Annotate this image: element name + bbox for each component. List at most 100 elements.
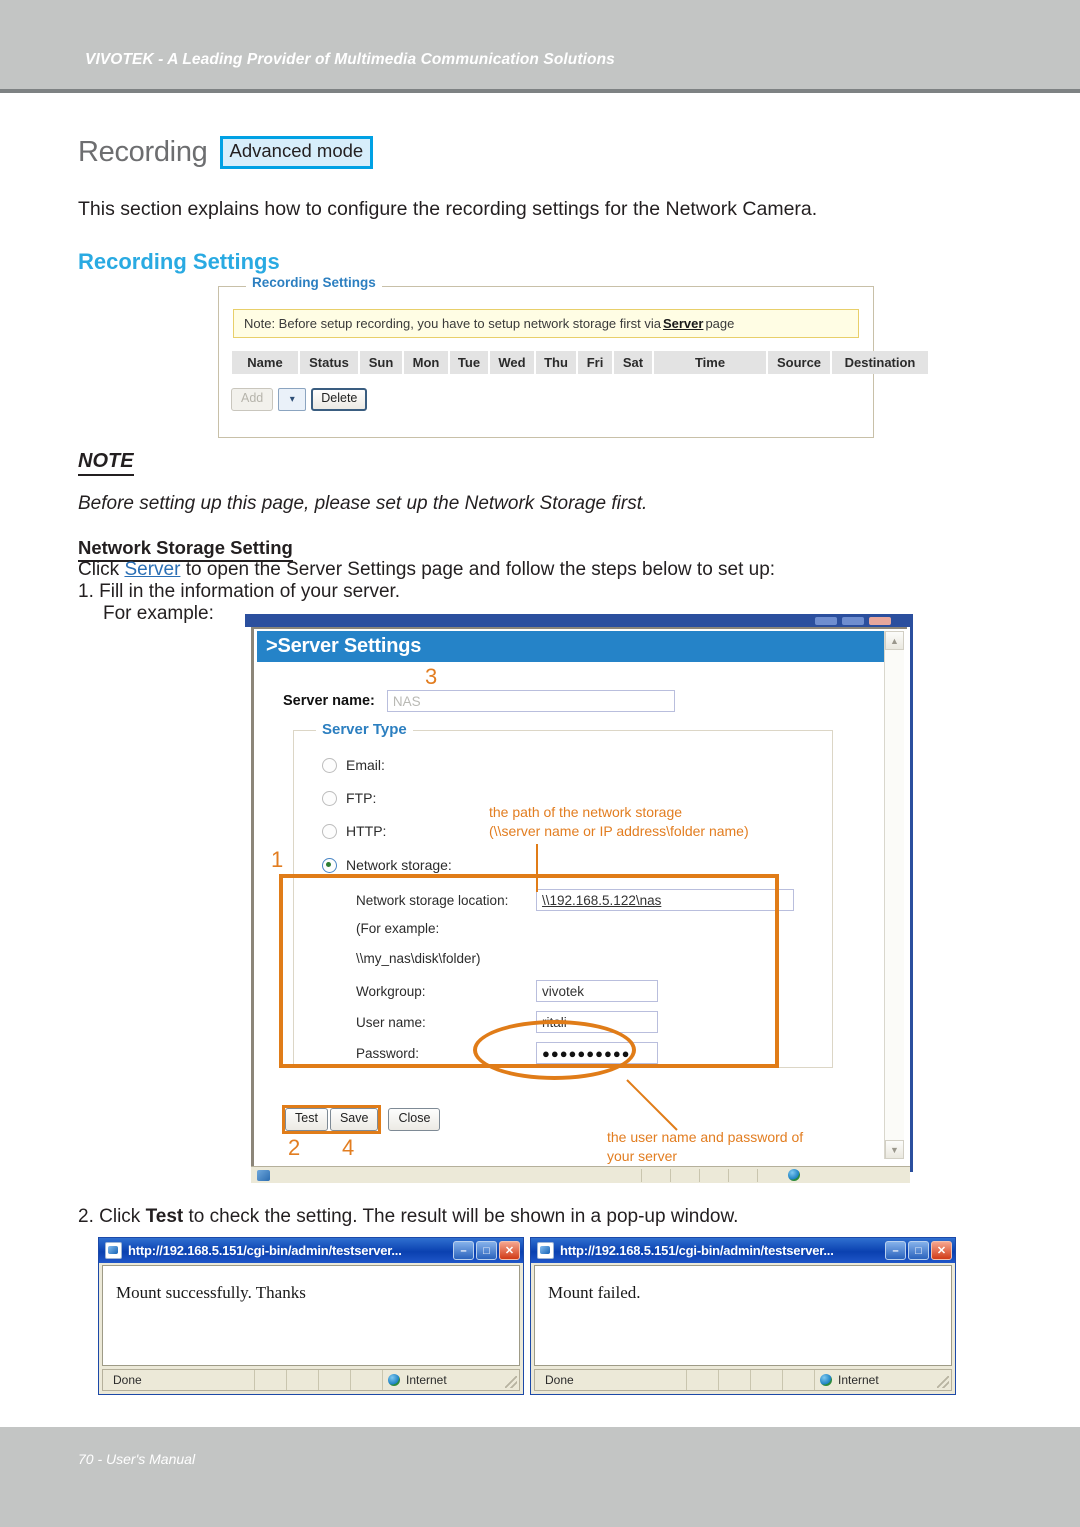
callout-credentials-line-1: the user name and password of xyxy=(607,1129,804,1145)
minimize-icon[interactable]: – xyxy=(885,1241,906,1260)
close-icon[interactable]: ✕ xyxy=(499,1241,520,1260)
network-storage-for-example: For example: xyxy=(103,603,214,624)
recording-select-dropdown[interactable]: ▾ xyxy=(278,388,307,411)
callout-path-line-1: the path of the network storage xyxy=(489,804,683,820)
page-title-row: Recording Advanced mode xyxy=(78,136,374,169)
intro-paragraph: This section explains how to configure t… xyxy=(78,198,818,220)
marker-4: 4 xyxy=(342,1135,355,1160)
note-body: Before setting up this page, please set … xyxy=(78,493,648,514)
radio-network-storage-label: Network storage: xyxy=(346,857,452,873)
advanced-mode-badge: Advanced mode xyxy=(219,136,374,169)
password-input[interactable]: ●●●●●●●●●● xyxy=(536,1042,658,1064)
workgroup-input[interactable]: vivotek xyxy=(536,980,658,1002)
popup-statusbar-success: Done Internet xyxy=(102,1369,520,1391)
step-2-prefix: 2. Click xyxy=(78,1206,141,1227)
radio-email-icon[interactable] xyxy=(322,757,337,773)
radio-ftp-icon[interactable] xyxy=(322,790,337,806)
recording-column-header: Fri xyxy=(578,351,612,374)
note-label: NOTE xyxy=(78,450,134,476)
add-button[interactable]: Add xyxy=(231,388,274,411)
recording-table-controls: Add ▾ Delete xyxy=(231,388,368,411)
scroll-down-icon[interactable]: ▼ xyxy=(885,1140,904,1159)
recording-column-header: Mon xyxy=(404,351,448,374)
statusbar-page-icon xyxy=(257,1169,270,1181)
radio-http-label: HTTP: xyxy=(346,823,387,839)
recording-note-suffix: page xyxy=(705,316,735,331)
username-input[interactable]: ritali xyxy=(536,1011,658,1033)
close-icon[interactable] xyxy=(869,617,891,625)
recording-column-header: Tue xyxy=(450,351,488,374)
popup-status-zone-failure: Internet xyxy=(838,1373,879,1387)
radio-email-label: Email: xyxy=(346,757,385,773)
server-settings-title: >Server Settings xyxy=(266,635,422,657)
recording-column-header: Time xyxy=(654,351,766,374)
marker-1: 1 xyxy=(271,847,284,872)
annotation-box-buttons: Test Save xyxy=(282,1105,382,1134)
brand-text: VIVOTEK - A Leading Provider of Multimed… xyxy=(85,51,615,68)
globe-icon xyxy=(820,1374,832,1386)
recording-note-prefix: Note: Before setup recording, you have t… xyxy=(244,316,661,331)
server-name-label: Server name: xyxy=(283,693,375,709)
recording-table-header: Name Status Sun Mon Tue Wed Thu Fri Sat Time Sourc… xyxy=(232,351,928,374)
popup-titlebar-success: http://192.168.5.151/cgi-bin/admin/tests… xyxy=(99,1238,523,1263)
resize-grip-icon[interactable] xyxy=(937,1376,949,1388)
page-footer: 70 - User's Manual xyxy=(0,1427,1080,1527)
scroll-up-icon[interactable]: ▲ xyxy=(885,631,904,650)
maximize-icon[interactable]: □ xyxy=(908,1241,929,1260)
popup-window-success: http://192.168.5.151/cgi-bin/admin/tests… xyxy=(98,1237,524,1395)
server-name-input[interactable]: NAS xyxy=(386,690,675,712)
server-type-fieldset: Server Type Email: FTP: HTTP: Network st… xyxy=(293,721,833,1068)
maximize-icon[interactable] xyxy=(842,617,864,625)
step-2-bold: Test xyxy=(145,1206,184,1227)
section-heading-recording-settings: Recording Settings xyxy=(78,249,280,274)
close-button[interactable]: Close xyxy=(388,1108,441,1131)
server-settings-window: >Server Settings ▲ ▼ Server name: NAS 3 … xyxy=(245,614,913,1186)
username-label: User name: xyxy=(356,1014,426,1030)
resize-grip-icon[interactable] xyxy=(505,1376,517,1388)
popup-message-failure: Mount failed. xyxy=(548,1283,641,1302)
marker-3: 3 xyxy=(425,664,438,689)
radio-http-icon[interactable] xyxy=(322,823,337,839)
radio-row-network-storage[interactable]: Network storage: xyxy=(322,857,452,873)
popup-status-done-success: Done xyxy=(103,1370,255,1390)
callout-path-line-2: (\\server name or IP address\folder name… xyxy=(489,822,749,839)
popup-status-internet-failure: Internet xyxy=(815,1370,951,1390)
statusbar-internet-globe-icon xyxy=(788,1169,800,1181)
step-2-suffix: to check the setting. The result will be… xyxy=(188,1206,739,1227)
globe-icon xyxy=(388,1374,400,1386)
popup-status-zone-success: Internet xyxy=(406,1373,447,1387)
radio-row-email[interactable]: Email: xyxy=(322,757,385,773)
popup-status-internet-success: Internet xyxy=(383,1370,519,1390)
close-icon[interactable]: ✕ xyxy=(931,1241,952,1260)
server-settings-scrollbar[interactable]: ▲ ▼ xyxy=(884,631,904,1159)
minimize-icon[interactable] xyxy=(815,617,837,625)
popup-title-success: http://192.168.5.151/cgi-bin/admin/tests… xyxy=(128,1243,402,1258)
save-button[interactable]: Save xyxy=(329,1108,379,1131)
delete-button[interactable]: Delete xyxy=(311,388,368,411)
callout-path: the path of the network storage (\\serve… xyxy=(489,803,749,841)
popup-message-success: Mount successfully. Thanks xyxy=(116,1283,306,1302)
network-storage-location-input[interactable]: \\192.168.5.122\nas xyxy=(536,889,794,911)
radio-row-http[interactable]: HTTP: xyxy=(322,823,386,839)
server-settings-button-row: Test Save Close xyxy=(282,1105,441,1134)
footer-text: 70 - User's Manual xyxy=(78,1451,196,1467)
radio-ftp-label: FTP: xyxy=(346,790,377,806)
maximize-icon[interactable]: □ xyxy=(476,1241,497,1260)
minimize-icon[interactable]: – xyxy=(453,1241,474,1260)
server-link-inline[interactable]: Server xyxy=(124,559,180,580)
recording-column-header: Source xyxy=(768,351,830,374)
workgroup-label: Workgroup: xyxy=(356,983,426,999)
server-link-note[interactable]: Server xyxy=(663,316,703,331)
server-settings-body: Server name: NAS 3 Server Type Email: FT… xyxy=(257,662,868,1164)
callout-credentials: the user name and password of your serve… xyxy=(607,1128,803,1166)
test-button[interactable]: Test xyxy=(285,1108,328,1131)
nss-click-text: Click xyxy=(78,559,120,580)
radio-row-ftp[interactable]: FTP: xyxy=(322,790,376,806)
radio-network-storage-icon[interactable] xyxy=(322,857,337,873)
password-label: Password: xyxy=(356,1045,420,1061)
recording-settings-legend: Recording Settings xyxy=(246,275,382,290)
username-row: User name: ritali xyxy=(356,1011,658,1033)
step-2-text: 2. Click Test to check the setting. The … xyxy=(78,1206,738,1228)
server-name-row: Server name: NAS xyxy=(283,690,675,712)
recording-column-header: Thu xyxy=(536,351,576,374)
